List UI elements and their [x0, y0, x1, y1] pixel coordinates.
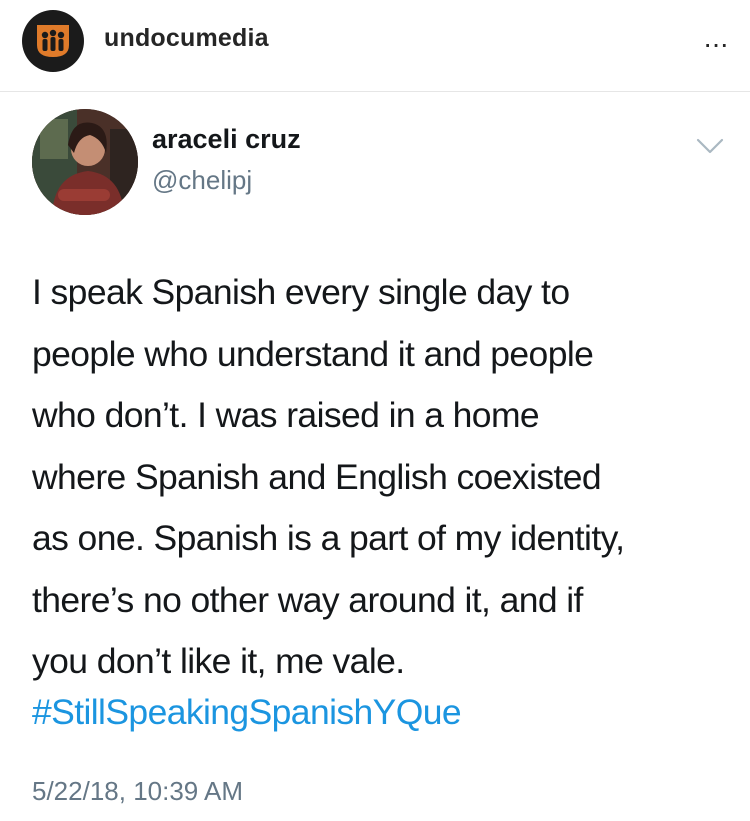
tweet-author-avatar[interactable]: [32, 109, 138, 215]
account-avatar[interactable]: [22, 10, 84, 72]
tweet-hashtag-link[interactable]: #StillSpeakingSpanishYQue: [32, 692, 462, 733]
undocumedia-logo-icon: [37, 25, 69, 57]
account-username[interactable]: undocumedia: [104, 24, 269, 53]
tweet-author-handle[interactable]: @chelipj: [152, 165, 252, 196]
tweet-text: I speak Spanish every single day to peop…: [32, 272, 625, 681]
post-header: undocumedia ···: [0, 0, 750, 92]
tweet-timestamp[interactable]: 5/22/18, 10:39 AM: [32, 776, 243, 807]
profile-photo: [32, 109, 138, 215]
chevron-down-icon[interactable]: [696, 136, 724, 156]
tweet-author-name[interactable]: araceli cruz: [152, 124, 301, 155]
more-options-icon[interactable]: ···: [703, 30, 729, 58]
